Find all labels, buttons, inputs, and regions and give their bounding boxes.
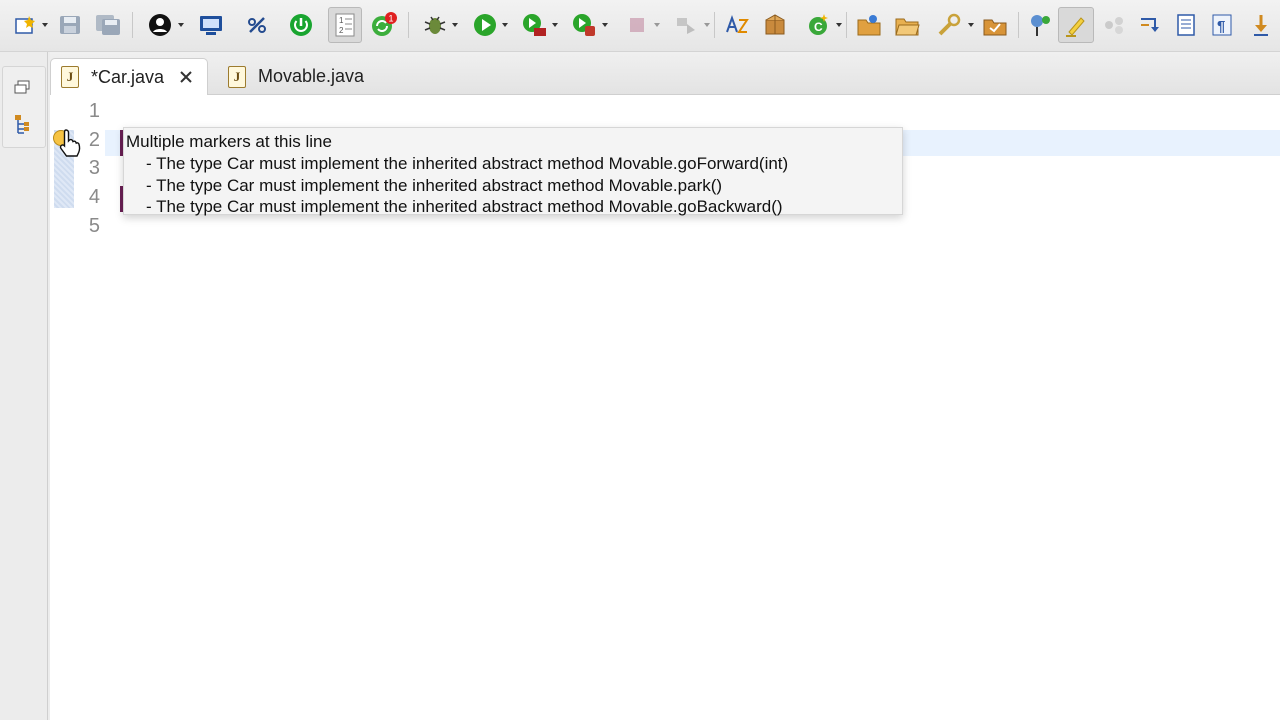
link-button[interactable] [242, 10, 272, 40]
tab-car-java[interactable]: J *Car.java [50, 58, 208, 95]
back-to-editor-button[interactable] [1134, 10, 1166, 40]
stop-button[interactable] [616, 10, 660, 40]
next-annotation-icon [1141, 18, 1159, 32]
terminal-button[interactable] [196, 10, 226, 40]
search-icon [938, 13, 961, 36]
link-with-editor-button[interactable] [1098, 10, 1130, 40]
step-icon [677, 18, 695, 34]
new-class-icon: C [809, 14, 828, 35]
terminal-icon [200, 16, 222, 35]
profile-button[interactable] [138, 10, 184, 40]
close-icon [180, 71, 192, 83]
run-button[interactable] [464, 10, 508, 40]
java-file-icon: J [61, 66, 79, 88]
show-whitespace-button[interactable] [1170, 10, 1202, 40]
link-with-editor-icon [1105, 17, 1123, 34]
power-icon [290, 14, 312, 36]
new-wizard-button[interactable] [6, 10, 48, 40]
run-icon [474, 14, 496, 36]
new-java-icon [726, 15, 749, 33]
problem-hover-tooltip: Multiple markers at this line - The type… [123, 127, 903, 217]
line-number: 4 [88, 186, 100, 208]
paragraph-button[interactable]: ¶ [1206, 10, 1238, 40]
main-toolbar: 12 1 C ¶ [0, 0, 1280, 52]
line-numbers-toggle-icon: 12 [335, 13, 355, 37]
debug-icon [424, 16, 446, 34]
step-button[interactable] [664, 10, 710, 40]
stop-icon [630, 18, 644, 32]
package-explorer-icon [15, 115, 29, 134]
new-java-button[interactable] [720, 10, 754, 40]
debug-button[interactable] [414, 10, 458, 40]
save-icon [60, 16, 80, 34]
tab-label: *Car.java [91, 66, 165, 87]
hand-pointer-icon [59, 129, 81, 157]
editor-area: J *Car.java J Movable.java 1 2 3 4 5 Mul… [50, 52, 1280, 720]
open-task-icon [983, 19, 1007, 36]
open-task-button[interactable] [978, 10, 1012, 40]
show-whitespace-icon [1177, 14, 1195, 36]
new-wizard-icon [15, 16, 35, 34]
package-explorer-button[interactable] [13, 113, 31, 140]
tooltip-title: Multiple markers at this line [126, 132, 332, 151]
new-class-button[interactable]: C [798, 10, 842, 40]
link-icon [248, 17, 266, 33]
tab-label: Movable.java [258, 66, 365, 86]
notification-badge: 1 [389, 14, 394, 24]
next-annotation-button[interactable] [1246, 10, 1280, 40]
pin-button[interactable] [1024, 10, 1056, 40]
highlight-toggle[interactable] [1058, 7, 1094, 43]
restore-icon [14, 80, 30, 94]
save-all-button[interactable] [92, 10, 124, 40]
highlight-icon [1066, 17, 1085, 37]
new-package-icon [765, 14, 785, 35]
save-button[interactable] [56, 10, 84, 40]
tab-movable-java[interactable]: J Movable.java [218, 58, 388, 95]
svg-text:¶: ¶ [1217, 18, 1225, 35]
profile-icon [149, 14, 171, 36]
left-trim-bar [0, 52, 48, 720]
line-number: 1 [88, 100, 100, 122]
editor-tab-bar: J *Car.java J Movable.java [50, 52, 1280, 95]
save-all-icon [96, 15, 120, 35]
coverage-icon [523, 14, 546, 36]
open-type-button[interactable] [852, 10, 886, 40]
hand-pointer-cursor [57, 128, 83, 163]
svg-text:C: C [814, 20, 823, 34]
new-package-button[interactable] [758, 10, 792, 40]
tooltip-problem-item: - The type Car must implement the inheri… [146, 153, 789, 173]
svg-text:1: 1 [339, 16, 344, 25]
paragraph-icon: ¶ [1212, 14, 1232, 36]
external-tools-icon [573, 14, 595, 36]
java-file-icon: J [228, 65, 246, 88]
power-button[interactable] [286, 10, 316, 40]
open-folder-button[interactable] [890, 10, 924, 40]
minimized-stack [2, 66, 46, 148]
line-numbers-toggle[interactable]: 12 [328, 7, 362, 43]
pin-icon [1031, 15, 1050, 36]
svg-text:2: 2 [339, 26, 344, 35]
restore-button[interactable] [13, 79, 31, 100]
sync-notification-icon: 1 [372, 12, 397, 36]
open-folder-icon [895, 18, 920, 36]
line-number: 5 [88, 215, 100, 237]
coverage-button[interactable] [512, 10, 558, 40]
close-tab-button[interactable] [176, 67, 196, 87]
external-tools-button[interactable] [562, 10, 608, 40]
next-annotation-icon [1254, 15, 1268, 36]
search-button[interactable] [928, 10, 974, 40]
tooltip-problem-item: - The type Car must implement the inheri… [146, 175, 723, 195]
sync-notification-button[interactable]: 1 [368, 10, 400, 40]
open-type-icon [857, 15, 881, 36]
tooltip-problem-item: - The type Car must implement the inheri… [146, 197, 783, 217]
